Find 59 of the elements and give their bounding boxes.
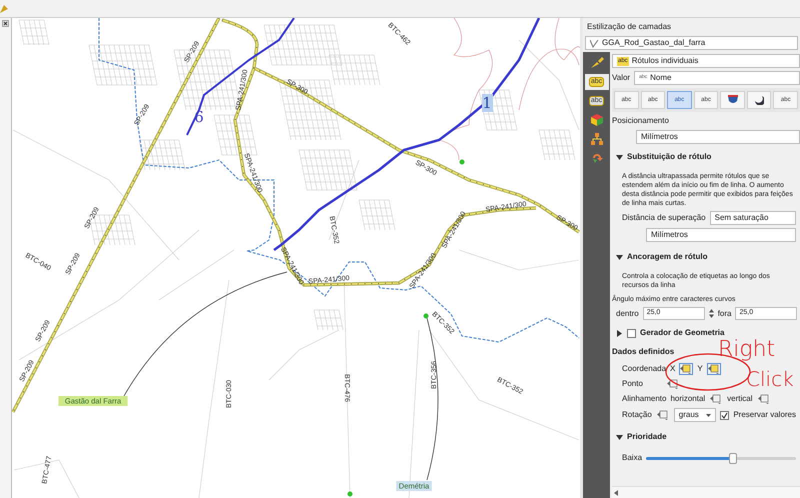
checkbox[interactable] (720, 410, 730, 420)
checkbox[interactable] (627, 328, 636, 338)
section-title: Ancoragem de rótulo (627, 251, 708, 263)
section-title: Posicionamento (612, 115, 670, 127)
shield-icon (728, 95, 738, 105)
section-title: Gerador de Geometria (640, 327, 724, 339)
caret-icon (706, 414, 712, 416)
data-defined-button[interactable] (756, 393, 771, 405)
expand-arrow-icon[interactable] (616, 330, 623, 336)
section-title: Dados definidos (612, 346, 674, 358)
field-label: Baixa (622, 452, 642, 464)
handwritten-note: Click (746, 367, 794, 391)
route-number: 6 (194, 108, 204, 126)
route-number: 1 (482, 94, 493, 112)
settings-tab[interactable] (720, 91, 745, 109)
layer-name: GGA_Rod_Gastao_dal_farra (602, 37, 706, 49)
checkbox-label: Preservar valores (733, 409, 796, 421)
unit-selector[interactable]: Milímetros (646, 228, 796, 242)
data-defined-button[interactable] (679, 363, 694, 375)
field-label: Y (697, 363, 703, 375)
field-label: Distância de superação (622, 212, 706, 224)
field-label: Rotação (622, 409, 652, 421)
panel-title: Estilização de camadas (586, 21, 672, 33)
point-marker (460, 160, 464, 164)
slider-thumb[interactable] (729, 452, 737, 464)
data-defined-button[interactable] (656, 409, 670, 421)
moon-icon (754, 95, 764, 105)
layer-selector[interactable]: GGA_Rod_Gastao_dal_farra (585, 36, 798, 50)
renderer-name: Rótulos individuais (632, 55, 698, 67)
collapse-arrow-icon[interactable] (616, 254, 623, 260)
distance-selector[interactable]: Sem saturação (710, 211, 796, 225)
settings-tab[interactable] (746, 91, 772, 109)
data-defined-button[interactable] (709, 393, 724, 405)
unit-selector[interactable]: Milímetros (636, 130, 800, 144)
line-layer-icon (590, 38, 599, 48)
section-title: Prioridade (627, 431, 667, 443)
field-name: Nome (650, 72, 672, 84)
handwritten-note: Right (718, 337, 776, 362)
data-defined-button[interactable] (666, 378, 680, 390)
field-label: horizontal (670, 393, 706, 405)
collapse-arrow-icon[interactable] (616, 154, 623, 160)
field-label: X (670, 363, 676, 375)
field-label: fora (718, 308, 732, 320)
field-label: dentro (616, 308, 639, 320)
section-title: Substituição de rótulo (627, 151, 712, 163)
field-label: Alinhamento (622, 393, 666, 405)
collapse-arrow-icon[interactable] (616, 434, 623, 440)
dropdown-value: graus (678, 409, 700, 421)
field-label: vertical (727, 393, 753, 405)
field-label: Coordenada (622, 363, 666, 375)
field-label: Ponto (622, 378, 644, 390)
field-label: Valor (612, 72, 630, 84)
point-marker (348, 492, 352, 496)
unit-dropdown[interactable]: graus (674, 408, 716, 422)
spin-arrows-icon[interactable] (708, 309, 714, 318)
point-marker (424, 314, 428, 318)
scroll-left-icon[interactable] (614, 490, 618, 496)
data-defined-button[interactable] (706, 363, 721, 375)
close-icon[interactable] (2, 20, 9, 27)
